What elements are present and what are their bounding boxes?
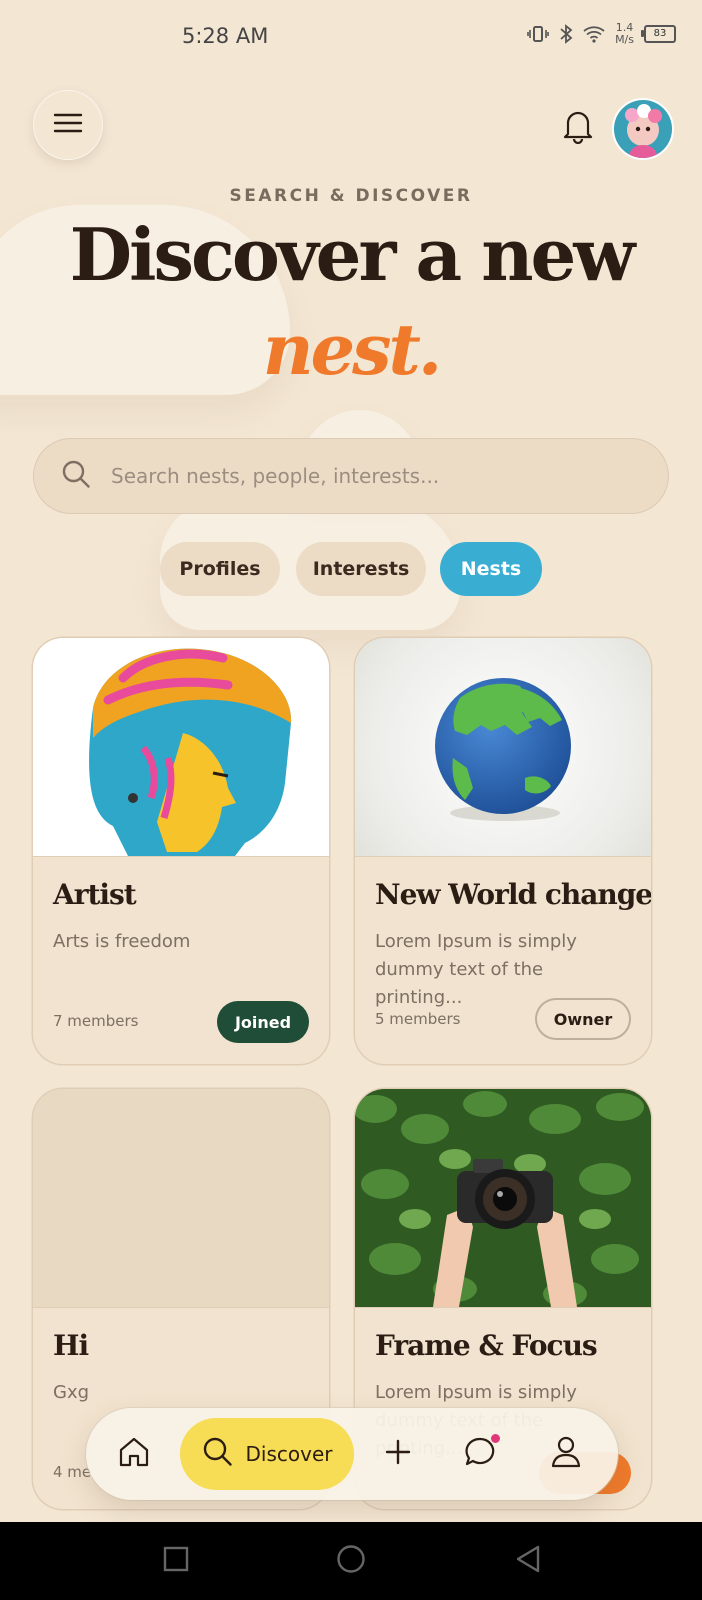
page-title: Discover a new xyxy=(69,212,636,297)
owner-button[interactable]: Owner xyxy=(535,998,631,1040)
nest-card[interactable]: Artist Arts is freedom 7 members Joined xyxy=(33,638,329,1064)
bell-icon xyxy=(562,108,594,148)
nav-profile[interactable] xyxy=(544,1432,588,1476)
tab-interests[interactable]: Interests xyxy=(296,542,426,596)
section-kicker: SEARCH & DISCOVER xyxy=(229,186,473,206)
search-icon xyxy=(202,1436,234,1473)
page-title-accent: nest. xyxy=(262,308,443,391)
card-members: 5 members xyxy=(375,1010,461,1028)
home-system-button[interactable] xyxy=(336,1544,366,1578)
card-description: Arts is freedom xyxy=(53,931,191,952)
user-icon xyxy=(550,1435,582,1473)
status-time: 5:28 AM xyxy=(182,24,269,48)
card-title: New World change xyxy=(375,878,651,911)
network-speed: 1.4 M/s xyxy=(615,21,634,46)
search-input[interactable] xyxy=(109,463,669,489)
card-image-placeholder xyxy=(33,1089,329,1308)
bluetooth-icon xyxy=(559,24,573,44)
card-title: Frame & Focus xyxy=(375,1329,598,1362)
nest-card[interactable]: New World change Lorem Ipsum is simply d… xyxy=(355,638,651,1064)
nav-discover[interactable]: Discover xyxy=(180,1418,354,1490)
card-image xyxy=(355,1089,651,1308)
hamburger-icon xyxy=(53,112,83,138)
recents-button[interactable] xyxy=(163,1546,189,1576)
card-image xyxy=(33,638,329,857)
card-members: 4 me xyxy=(53,1463,92,1481)
plus-icon xyxy=(384,1438,412,1470)
avatar[interactable] xyxy=(612,98,674,160)
nav-home[interactable] xyxy=(112,1432,156,1476)
bottom-nav: Discover xyxy=(86,1408,618,1500)
home-icon xyxy=(117,1435,151,1473)
card-title: Hi xyxy=(53,1329,89,1362)
system-nav-bar xyxy=(0,1522,702,1600)
battery-icon: 83 xyxy=(641,25,676,43)
menu-button[interactable] xyxy=(33,90,103,160)
search-icon xyxy=(61,459,91,493)
card-members: 7 members xyxy=(53,1012,139,1030)
tab-profiles[interactable]: Profiles xyxy=(160,542,280,596)
nav-messages[interactable] xyxy=(458,1432,502,1476)
nav-create[interactable] xyxy=(376,1432,420,1476)
wifi-icon xyxy=(583,25,605,43)
back-button[interactable] xyxy=(514,1544,542,1578)
back-triangle-icon xyxy=(514,1545,542,1578)
card-description: Gxg xyxy=(53,1382,90,1403)
nav-discover-label: Discover xyxy=(245,1442,333,1466)
tab-nests[interactable]: Nests xyxy=(440,542,542,596)
vibrate-icon xyxy=(527,24,549,44)
search-bar[interactable] xyxy=(33,438,669,514)
notification-dot xyxy=(491,1434,500,1443)
status-bar: 5:28 AM 1.4 M/s 83 xyxy=(0,0,702,72)
status-icons: 1.4 M/s 83 xyxy=(527,22,676,46)
notifications-button[interactable] xyxy=(560,108,596,148)
card-title: Artist xyxy=(53,878,137,911)
circle-icon xyxy=(336,1545,366,1578)
joined-button[interactable]: Joined xyxy=(217,1001,309,1043)
card-image xyxy=(355,638,651,857)
square-icon xyxy=(163,1546,189,1576)
